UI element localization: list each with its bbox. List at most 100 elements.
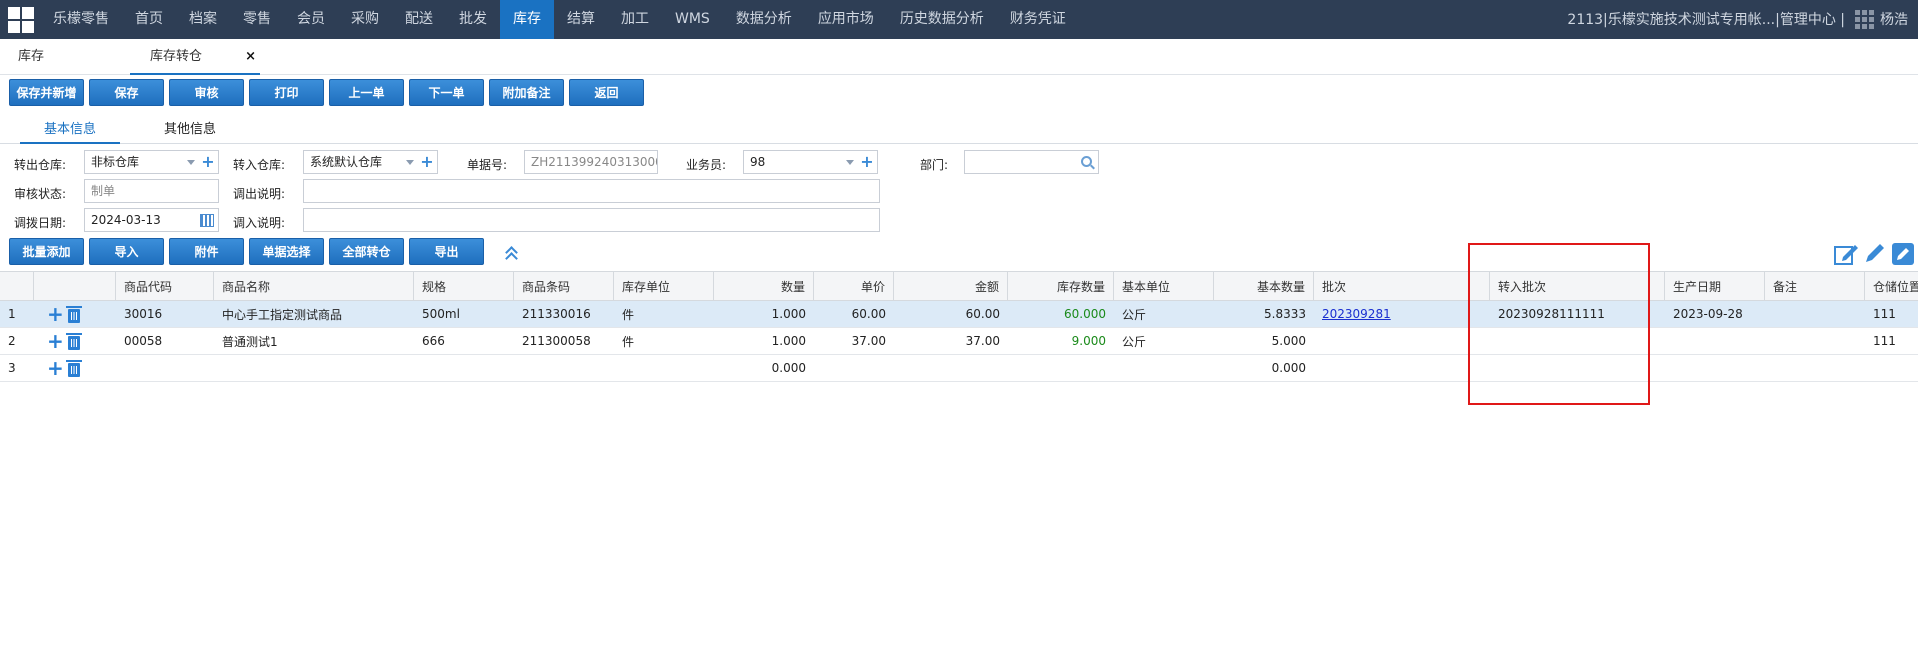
cell-name[interactable] bbox=[214, 355, 414, 381]
nav-item-inventory[interactable]: 库存 bbox=[500, 0, 554, 39]
cell-code[interactable]: 30016 bbox=[116, 301, 214, 327]
cell-unit[interactable] bbox=[614, 355, 714, 381]
dropdown-arrow-icon[interactable] bbox=[406, 160, 414, 165]
collapse-up-icon[interactable] bbox=[505, 244, 519, 265]
nav-item-app-market[interactable]: 应用市场 bbox=[805, 0, 887, 39]
cell-unit[interactable]: 件 bbox=[614, 301, 714, 327]
col-unit[interactable]: 库存单位 bbox=[614, 272, 714, 300]
col-location[interactable]: 仓储位置 bbox=[1865, 272, 1918, 300]
col-prod-date[interactable]: 生产日期 bbox=[1665, 272, 1765, 300]
plus-icon[interactable]: + bbox=[47, 358, 64, 378]
attachment-button[interactable]: 附件 bbox=[169, 238, 244, 265]
in-note-field[interactable] bbox=[303, 208, 880, 232]
save-and-new-button[interactable]: 保存并新增 bbox=[9, 79, 84, 106]
plus-icon[interactable]: + bbox=[860, 154, 874, 170]
doc-number-field[interactable]: ZH211399240313000 bbox=[524, 150, 658, 174]
cell-amount[interactable]: 60.00 bbox=[894, 301, 1008, 327]
audit-button[interactable]: 审核 bbox=[169, 79, 244, 106]
cell-spec[interactable]: 500ml bbox=[414, 301, 514, 327]
cell-spec[interactable] bbox=[414, 355, 514, 381]
cell-location[interactable]: 111 bbox=[1865, 301, 1918, 327]
plus-icon[interactable]: + bbox=[47, 304, 64, 324]
nav-item-member[interactable]: 会员 bbox=[284, 0, 338, 39]
cell-prod-date[interactable]: 2023-09-28 bbox=[1665, 301, 1765, 327]
cell-price[interactable] bbox=[814, 355, 894, 381]
cell-base-qty[interactable]: 5.8333 bbox=[1214, 301, 1314, 327]
cell-prod-date[interactable] bbox=[1665, 355, 1765, 381]
apps-grid-icon[interactable] bbox=[1855, 10, 1874, 29]
user-name[interactable]: 杨浩 bbox=[1880, 1, 1908, 39]
tab-inventory[interactable]: 库存 bbox=[18, 39, 78, 75]
cell-code[interactable] bbox=[116, 355, 214, 381]
dropdown-arrow-icon[interactable] bbox=[187, 160, 195, 165]
pencil-icon[interactable] bbox=[1862, 242, 1888, 266]
nav-item-retail[interactable]: 零售 bbox=[230, 0, 284, 39]
col-name[interactable]: 商品名称 bbox=[214, 272, 414, 300]
cell-base-qty[interactable]: 5.000 bbox=[1214, 328, 1314, 354]
cell-barcode[interactable]: 211300058 bbox=[514, 328, 614, 354]
back-button[interactable]: 返回 bbox=[569, 79, 644, 106]
cell-price[interactable]: 60.00 bbox=[814, 301, 894, 327]
nav-item-lemeng-retail[interactable]: 乐檬零售 bbox=[40, 0, 122, 39]
cell-batch[interactable] bbox=[1314, 328, 1490, 354]
cell-name[interactable]: 中心手工指定测试商品 bbox=[214, 301, 414, 327]
next-button[interactable]: 下一单 bbox=[409, 79, 484, 106]
add-note-button[interactable]: 附加备注 bbox=[489, 79, 564, 106]
tab-basic-info[interactable]: 基本信息 bbox=[20, 118, 120, 144]
tab-other-info[interactable]: 其他信息 bbox=[140, 118, 240, 144]
plus-icon[interactable]: + bbox=[420, 154, 434, 170]
cell-remark[interactable] bbox=[1765, 301, 1865, 327]
cell-unit[interactable]: 件 bbox=[614, 328, 714, 354]
nav-item-processing[interactable]: 加工 bbox=[608, 0, 662, 39]
print-button[interactable]: 打印 bbox=[249, 79, 324, 106]
batch-add-button[interactable]: 批量添加 bbox=[9, 238, 84, 265]
edit-square-icon[interactable] bbox=[1890, 242, 1916, 266]
trash-icon[interactable] bbox=[66, 333, 82, 350]
col-stock-qty[interactable]: 库存数量 bbox=[1008, 272, 1114, 300]
close-icon[interactable]: × bbox=[245, 39, 256, 75]
nav-item-wholesale[interactable]: 批发 bbox=[446, 0, 500, 39]
tab-inventory-transfer[interactable]: 库存转仓 × bbox=[130, 39, 260, 75]
col-batch[interactable]: 批次 bbox=[1314, 272, 1490, 300]
account-info[interactable]: 2113|乐檬实施技术测试专用帐...|管理中心 | bbox=[1567, 1, 1845, 39]
batch-link[interactable]: 202309281 bbox=[1322, 307, 1391, 321]
nav-item-wms[interactable]: WMS bbox=[662, 0, 723, 39]
edit-box-icon[interactable] bbox=[1833, 242, 1859, 266]
department-field[interactable] bbox=[964, 150, 1099, 174]
col-qty[interactable]: 数量 bbox=[714, 272, 814, 300]
cell-remark[interactable] bbox=[1765, 328, 1865, 354]
cell-batch[interactable]: 202309281 bbox=[1314, 301, 1490, 327]
cell-amount[interactable]: 37.00 bbox=[894, 328, 1008, 354]
cell-qty[interactable]: 1.000 bbox=[714, 301, 814, 327]
cell-base-unit[interactable]: 公斤 bbox=[1114, 301, 1214, 327]
col-code[interactable]: 商品代码 bbox=[116, 272, 214, 300]
cell-barcode[interactable]: 211330016 bbox=[514, 301, 614, 327]
col-amount[interactable]: 金额 bbox=[894, 272, 1008, 300]
plus-icon[interactable]: + bbox=[201, 154, 215, 170]
nav-item-history-analysis[interactable]: 历史数据分析 bbox=[887, 0, 997, 39]
save-button[interactable]: 保存 bbox=[89, 79, 164, 106]
cell-base-unit[interactable]: 公斤 bbox=[1114, 328, 1214, 354]
nav-item-finance-voucher[interactable]: 财务凭证 bbox=[997, 0, 1079, 39]
col-price[interactable]: 单价 bbox=[814, 272, 894, 300]
trash-icon[interactable] bbox=[66, 360, 82, 377]
calendar-icon[interactable] bbox=[200, 214, 214, 227]
staff-select[interactable]: 98 + bbox=[743, 150, 878, 174]
dropdown-arrow-icon[interactable] bbox=[846, 160, 854, 165]
cell-amount[interactable] bbox=[894, 355, 1008, 381]
search-icon[interactable] bbox=[1081, 156, 1092, 167]
col-spec[interactable]: 规格 bbox=[414, 272, 514, 300]
nav-item-home[interactable]: 首页 bbox=[122, 0, 176, 39]
cell-qty[interactable]: 1.000 bbox=[714, 328, 814, 354]
cell-barcode[interactable] bbox=[514, 355, 614, 381]
grid-logo-icon[interactable] bbox=[8, 7, 34, 33]
nav-item-data-analysis[interactable]: 数据分析 bbox=[723, 0, 805, 39]
cell-name[interactable]: 普通测试1 bbox=[214, 328, 414, 354]
nav-item-settlement[interactable]: 结算 bbox=[554, 0, 608, 39]
cell-batch[interactable] bbox=[1314, 355, 1490, 381]
import-button[interactable]: 导入 bbox=[89, 238, 164, 265]
cell-code[interactable]: 00058 bbox=[116, 328, 214, 354]
col-base-qty[interactable]: 基本数量 bbox=[1214, 272, 1314, 300]
cell-location[interactable] bbox=[1865, 355, 1918, 381]
transfer-date-field[interactable]: 2024-03-13 bbox=[84, 208, 219, 232]
